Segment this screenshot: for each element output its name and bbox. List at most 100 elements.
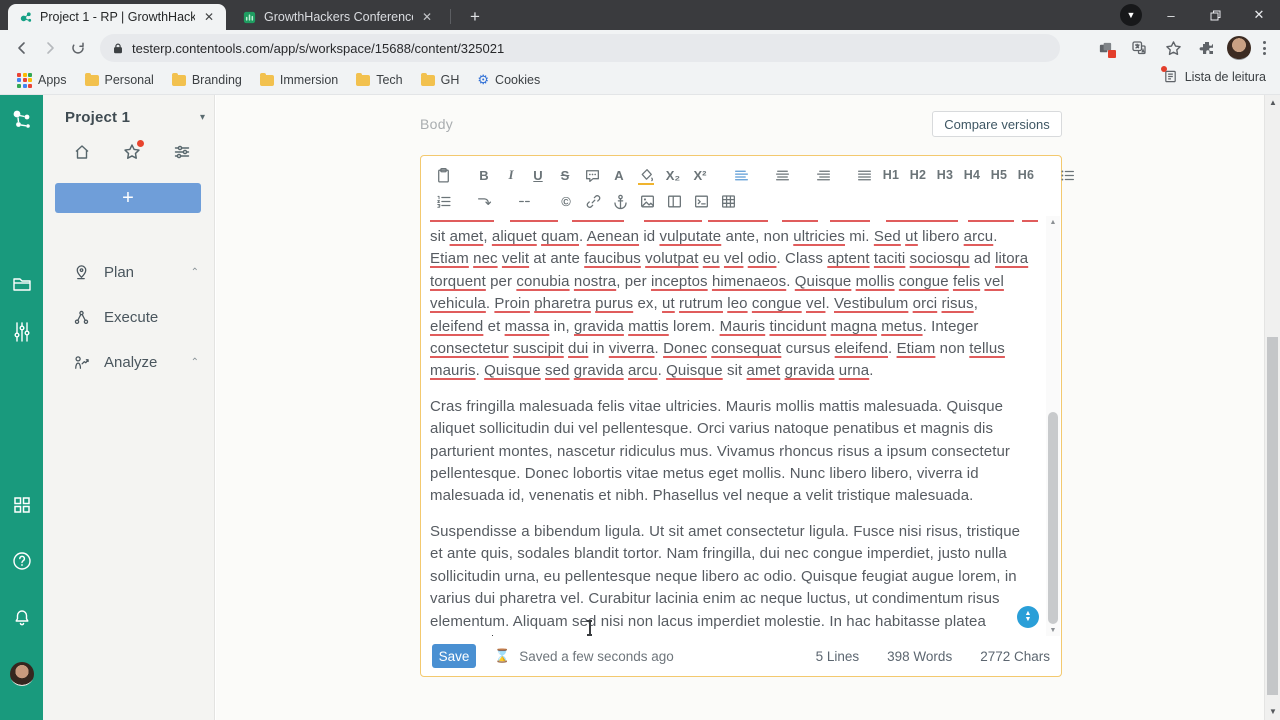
misspelled-word[interactable]: nostra [574, 273, 616, 290]
tab-close-icon[interactable]: ✕ [420, 10, 434, 24]
underline-button[interactable]: U [526, 163, 550, 187]
projects-folder-icon[interactable] [0, 273, 43, 295]
misspelled-word[interactable]: ut [905, 228, 918, 245]
bullet-list-icon[interactable] [1055, 163, 1079, 187]
code-block-icon[interactable] [689, 189, 713, 213]
misspelled-word[interactable]: arcu [628, 362, 658, 379]
misspelled-word[interactable]: quam [541, 228, 579, 245]
misspelled-word[interactable]: Quisque [666, 362, 723, 379]
help-icon[interactable] [0, 550, 43, 572]
align-left-button[interactable] [729, 163, 753, 187]
misspelled-word[interactable]: Quisque [484, 362, 541, 379]
align-right-button[interactable] [811, 163, 835, 187]
justify-button[interactable] [852, 163, 876, 187]
misspelled-word[interactable]: aptent [827, 250, 869, 267]
bookmark-star-icon[interactable] [1159, 34, 1187, 62]
ordered-list-icon[interactable] [431, 189, 455, 213]
misspelled-word[interactable]: Sed [874, 228, 901, 245]
tab-close-icon[interactable]: ✕ [202, 10, 216, 24]
extensions-puzzle-icon[interactable] [1193, 34, 1221, 62]
h3-button[interactable]: H3 [933, 163, 957, 187]
misspelled-word[interactable]: ultricies [793, 228, 845, 245]
misspelled-word[interactable]: vel [806, 295, 825, 312]
misspelled-word[interactable]: Etiam [897, 340, 936, 357]
tab-project-1[interactable]: Project 1 - RP | GrowthHack ✕ [8, 4, 226, 30]
sidebar-item-execute[interactable]: Execute [43, 300, 215, 334]
misspelled-word[interactable]: nec [473, 250, 498, 267]
bookmark-cookies[interactable]: ⚙ Cookies [470, 69, 547, 91]
misspelled-word[interactable]: leo [727, 295, 747, 312]
italic-button[interactable]: I [499, 163, 523, 187]
forward-icon[interactable] [36, 34, 64, 62]
notifications-bell-icon[interactable] [0, 607, 43, 629]
editor-paragraph[interactable]: Cras fringilla malesuada felis vitae ult… [430, 396, 1034, 508]
compare-versions-button[interactable]: Compare versions [932, 111, 1062, 137]
h2-button[interactable]: H2 [906, 163, 930, 187]
apps-grid-icon[interactable] [0, 495, 43, 515]
strikethrough-button[interactable]: S [553, 163, 577, 187]
subscript-button[interactable]: X₂ [661, 163, 685, 187]
misspelled-word[interactable]: consequat [711, 340, 781, 357]
line-break-icon[interactable] [472, 189, 496, 213]
h6-button[interactable]: H6 [1014, 163, 1038, 187]
align-center-button[interactable] [770, 163, 794, 187]
page-scrollbar[interactable]: ▲ ▼ [1264, 95, 1280, 720]
misspelled-word[interactable]: taciti [874, 250, 905, 267]
misspelled-word[interactable]: Donec [663, 340, 707, 357]
reload-icon[interactable] [64, 34, 92, 62]
bookmark-folder-gh[interactable]: GH [414, 70, 467, 90]
scrollbar-thumb[interactable] [1267, 337, 1278, 695]
misspelled-word[interactable]: inceptos [651, 273, 708, 290]
superscript-button[interactable]: X² [688, 163, 712, 187]
misspelled-word[interactable]: metus [881, 318, 922, 335]
paste-icon[interactable] [431, 163, 455, 187]
misspelled-word[interactable]: arcu [964, 228, 994, 245]
save-button[interactable]: Save [432, 644, 476, 668]
bookmark-folder-personal[interactable]: Personal [78, 70, 161, 90]
misspelled-word[interactable]: Mauris [720, 318, 766, 335]
misspelled-word[interactable]: torquent [430, 273, 486, 290]
table-icon[interactable] [716, 189, 740, 213]
editor-scrollbar[interactable]: ▲ ▼ [1046, 216, 1060, 636]
misspelled-word[interactable]: faucibus [584, 250, 641, 267]
misspelled-word[interactable]: velit [502, 250, 529, 267]
sidebar-item-analyze[interactable]: Analyze ⌃ [43, 345, 215, 379]
scroll-down-icon[interactable]: ▼ [1265, 704, 1280, 718]
misspelled-word[interactable]: vel [724, 250, 743, 267]
misspelled-word[interactable]: vel [984, 273, 1003, 290]
misspelled-word[interactable]: risus [942, 295, 974, 312]
home-icon[interactable] [73, 143, 91, 161]
horizontal-rule-icon[interactable] [513, 189, 537, 213]
misspelled-word[interactable]: vehicula [430, 295, 486, 312]
misspelled-word[interactable]: eu [703, 250, 720, 267]
add-content-button[interactable]: + [55, 183, 201, 213]
scroll-down-icon[interactable]: ▼ [1046, 624, 1060, 636]
minimize-button[interactable]: – [1150, 0, 1192, 30]
comment-icon[interactable] [580, 163, 604, 187]
h5-button[interactable]: H5 [987, 163, 1011, 187]
misspelled-word[interactable]: litora [995, 250, 1028, 267]
editor-text-area[interactable]: sit amet, aliquet quam. Aenean id vulput… [421, 216, 1047, 636]
close-window-button[interactable]: ✕ [1238, 0, 1280, 30]
h4-button[interactable]: H4 [960, 163, 984, 187]
fill-color-icon[interactable] [634, 163, 658, 187]
misspelled-word[interactable]: viverra [609, 340, 655, 357]
bookmark-folder-branding[interactable]: Branding [165, 70, 249, 90]
misspelled-word[interactable]: sociosqu [910, 250, 970, 267]
scrollbar-thumb[interactable] [1048, 412, 1058, 624]
anchor-icon[interactable] [608, 189, 632, 213]
link-icon[interactable] [581, 189, 605, 213]
misspelled-word[interactable]: consectetur [430, 340, 509, 357]
sidebar-item-plan[interactable]: Plan ⌃ [43, 255, 215, 289]
scroll-up-icon[interactable]: ▲ [1265, 95, 1280, 109]
misspelled-word[interactable]: mattis [628, 318, 669, 335]
misspelled-word[interactable]: mollis [856, 273, 895, 290]
misspelled-word[interactable]: Quisque [795, 273, 852, 290]
misspelled-word[interactable]: sed [545, 362, 570, 379]
image-icon[interactable] [635, 189, 659, 213]
settings-sliders-icon[interactable] [0, 321, 43, 343]
favorites-star-icon[interactable] [123, 140, 144, 161]
user-avatar[interactable] [10, 662, 34, 686]
h1-button[interactable]: H1 [879, 163, 903, 187]
misspelled-word[interactable]: Etiam [430, 250, 469, 267]
